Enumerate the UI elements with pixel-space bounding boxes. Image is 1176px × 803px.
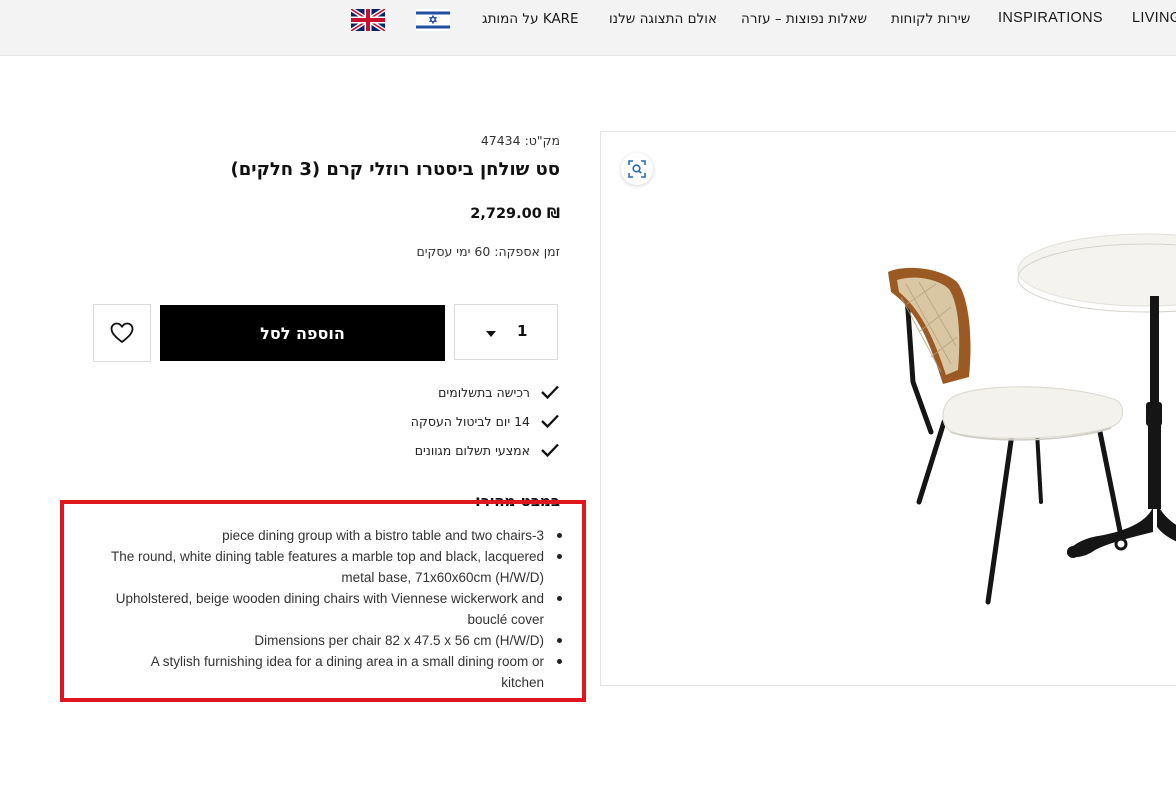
check-icon — [541, 385, 559, 400]
chevron-down-icon[interactable] — [486, 331, 496, 337]
nav-item-faq[interactable]: שאלות נפוצות – עזרה — [741, 11, 867, 27]
heart-icon — [110, 322, 134, 343]
feature-payment-methods: אמצעי תשלום מגוונים — [415, 440, 560, 460]
description-item: The round, white dining table features a… — [110, 546, 562, 588]
add-to-cart-button[interactable]: הוספה לסל — [160, 305, 445, 361]
delivery-label: זמן אספקה: — [494, 244, 560, 259]
nav-item-about-kare[interactable]: על המותג KARE — [482, 11, 579, 27]
description-heading: במבט מהיר: — [474, 492, 560, 510]
feature-label: אמצעי תשלום מגוונים — [414, 442, 530, 458]
delivery-time: זמן אספקה:60 ימי עסקים — [416, 244, 560, 259]
check-icon — [541, 414, 559, 429]
description-item: piece dining group with a bistro table a… — [110, 525, 562, 546]
feature-installments: רכישה בתשלומים — [438, 382, 560, 402]
feature-label: 14 יום לביטול העסקה — [410, 413, 530, 429]
quantity-value: 1 — [517, 322, 528, 340]
description-list: piece dining group with a bistro table a… — [110, 525, 562, 693]
description-item: Dimensions per chair 82 x 47.5 x 56 cm (… — [110, 630, 562, 651]
top-navigation: LIVING INSPIRATIONS שירות לקוחות שאלות נ… — [0, 0, 1176, 56]
quantity-selector[interactable]: 1 — [454, 304, 558, 360]
product-image-panel[interactable] — [600, 131, 1176, 686]
delivery-value: 60 ימי עסקים — [416, 244, 491, 259]
product-price: ₪ 2,729.00 — [470, 206, 560, 222]
zoom-button[interactable] — [621, 153, 653, 185]
uk-flag-icon[interactable] — [351, 9, 385, 31]
wishlist-button[interactable] — [93, 304, 151, 362]
nav-item-inspirations[interactable]: INSPIRATIONS — [998, 10, 1103, 26]
description-item: A stylish furnishing idea for a dining a… — [110, 651, 562, 693]
product-title: סט שולחן ביסטרו רוזלי קרם (3 חלקים) — [230, 159, 560, 180]
check-icon — [541, 443, 559, 458]
product-image — [888, 233, 1176, 605]
product-sku: מק"ט: 47434 — [480, 133, 560, 148]
description-item: Upholstered, beige wooden dining chairs … — [110, 588, 562, 630]
nav-item-customer-service[interactable]: שירות לקוחות — [891, 11, 970, 27]
zoom-scan-icon — [628, 160, 646, 178]
nav-item-showroom[interactable]: אולם התצוגה שלנו — [609, 11, 717, 27]
feature-label: רכישה בתשלומים — [438, 384, 530, 400]
nav-item-living[interactable]: LIVING — [1132, 10, 1176, 26]
israel-flag-icon[interactable] — [416, 9, 450, 31]
feature-cancellation: 14 יום לביטול העסקה — [411, 411, 560, 431]
